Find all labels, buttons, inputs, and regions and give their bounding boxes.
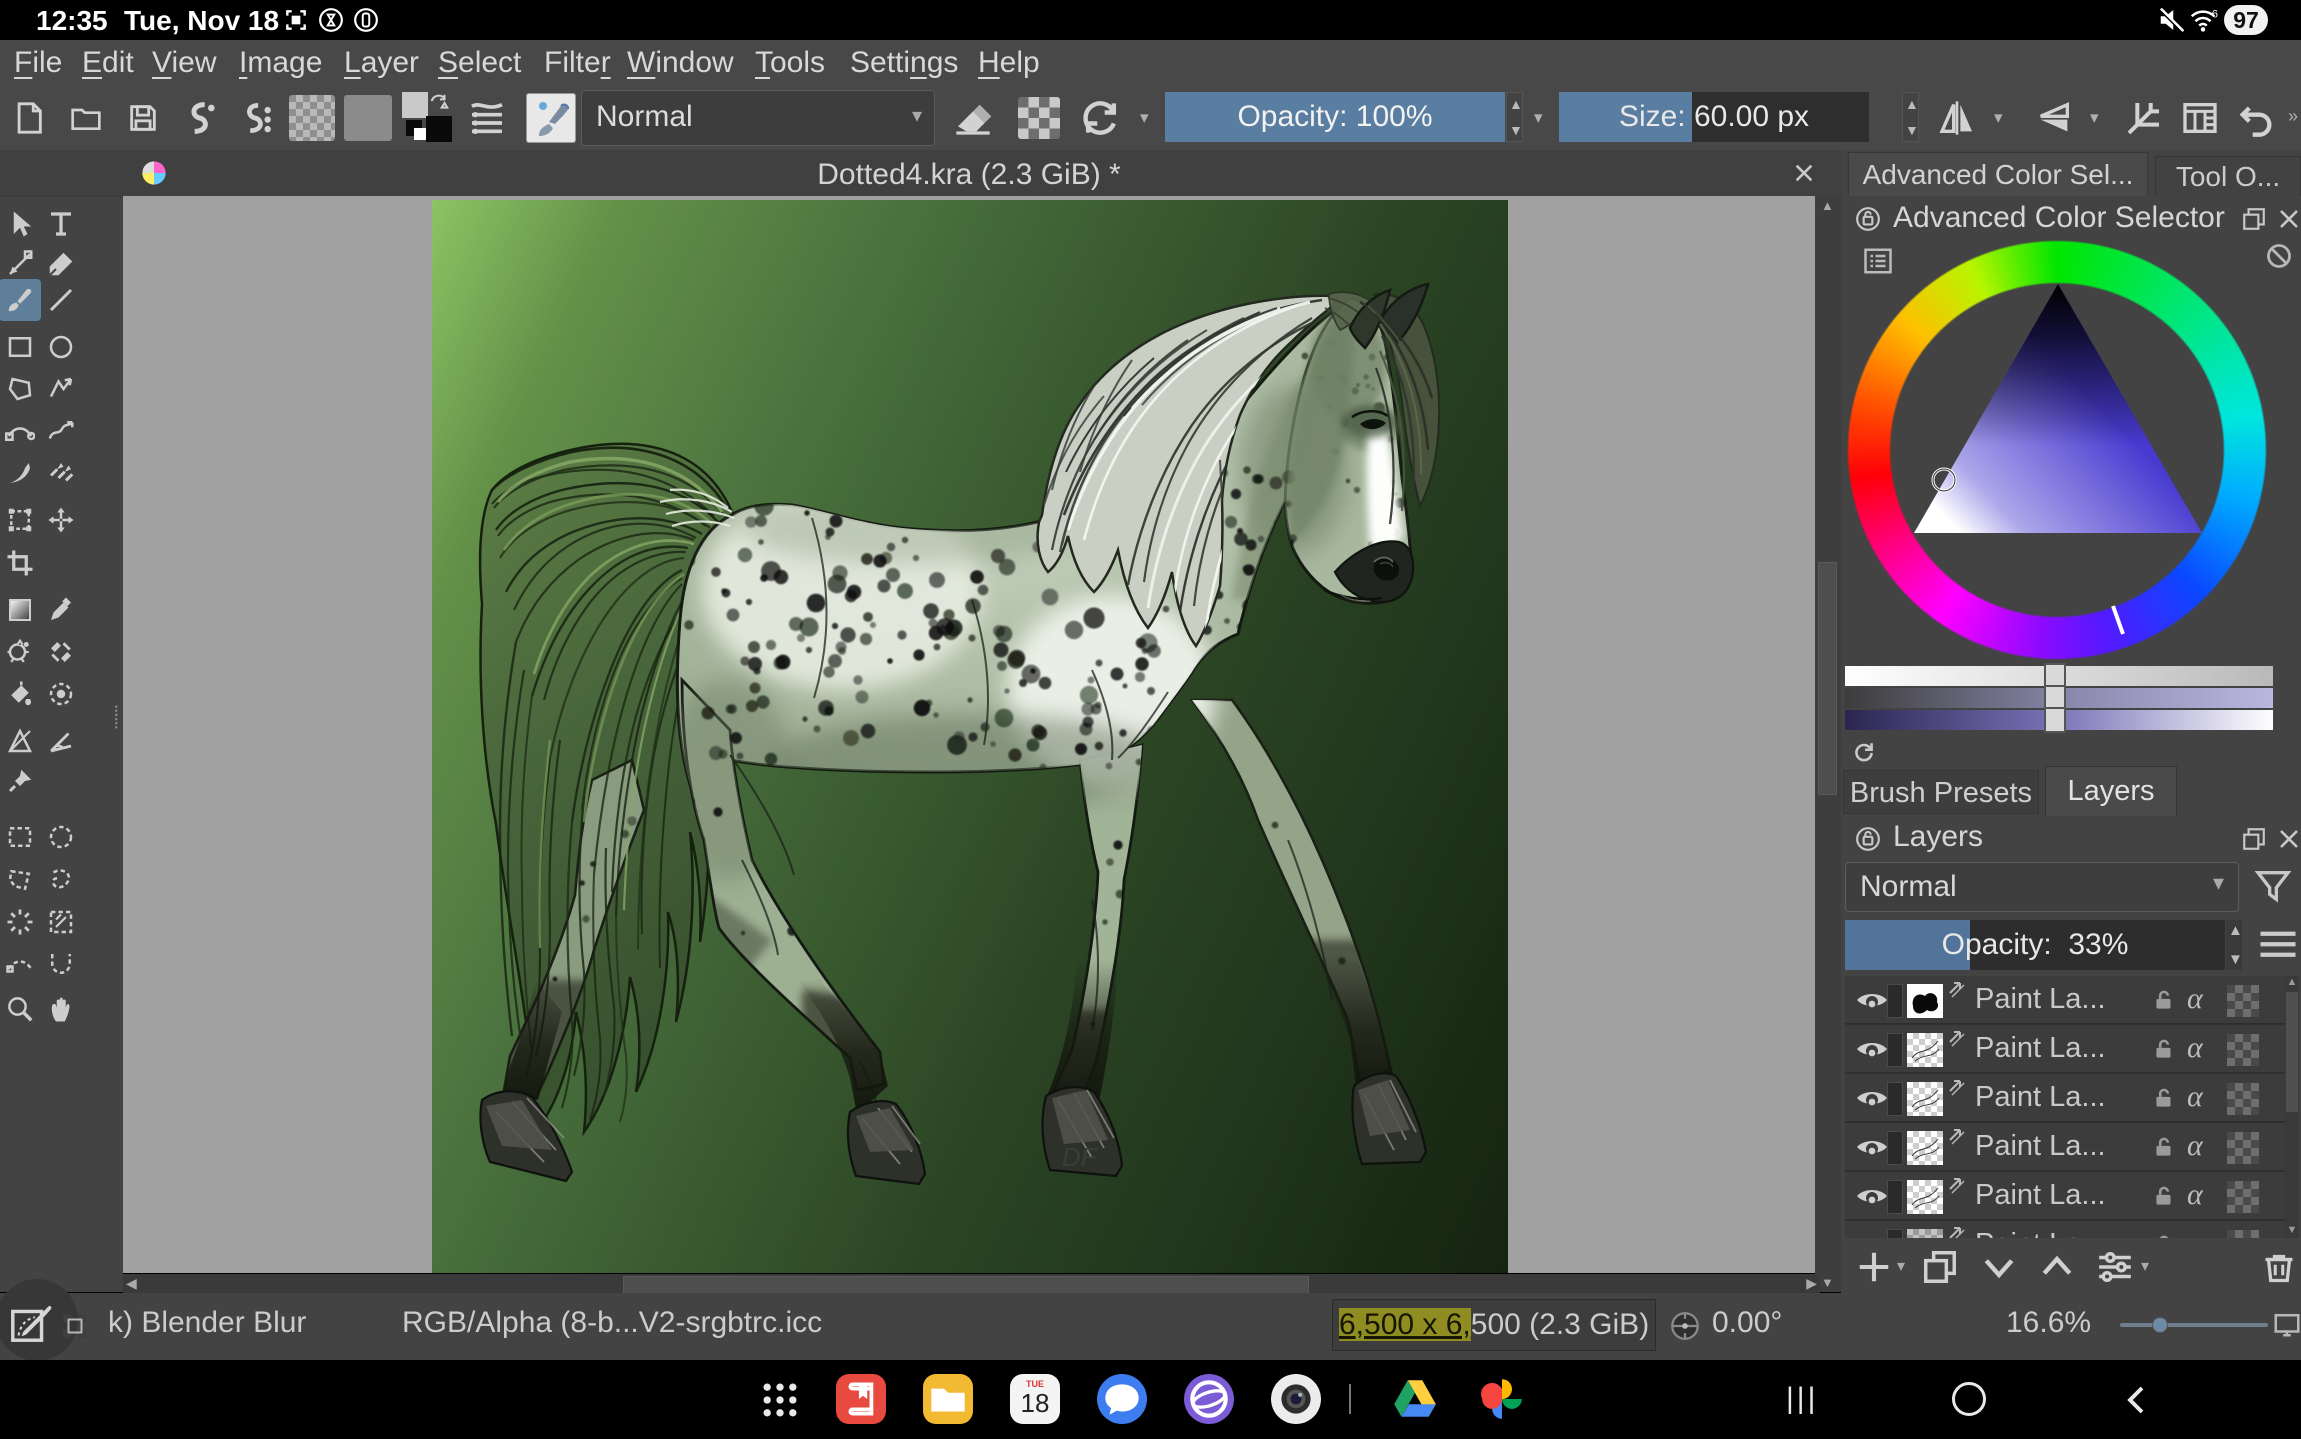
svg-text:6: 6 xyxy=(2212,9,2218,21)
svg-text:DF: DF xyxy=(1062,1142,1099,1172)
